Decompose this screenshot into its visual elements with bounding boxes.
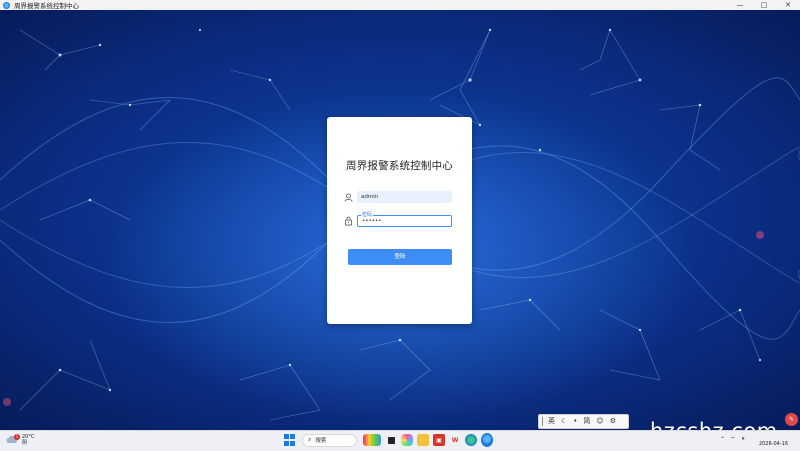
lock-icon	[343, 215, 353, 227]
taskbar-apps: ⌕ 搜索 ▣ W	[284, 433, 495, 447]
chevron-up-icon[interactable]: ⌃	[720, 436, 725, 443]
copilot-icon[interactable]	[401, 434, 413, 446]
login-card: 周界报警系统控制中心 密码 登陆	[327, 117, 472, 324]
taskbar-date: 2026-04-16	[758, 441, 788, 447]
login-title: 周界报警系统控制中心	[346, 160, 453, 172]
ime-toolbar: 英 ☾ • 简 ☺ ⚙	[538, 414, 629, 429]
login-button[interactable]: 登陆	[348, 249, 452, 265]
maximize-button[interactable]: □	[752, 0, 776, 10]
window-title: 周界报警系统控制中心	[14, 2, 79, 10]
ime-simplified-toggle[interactable]: 简	[580, 415, 593, 428]
search-icon: ⌕	[308, 436, 312, 443]
close-button[interactable]: ✕	[776, 0, 800, 10]
moon-icon[interactable]: ☾	[558, 415, 570, 428]
volume-icon[interactable]: 🕨	[741, 435, 745, 443]
search-label: 搜索	[315, 438, 327, 444]
network-icon[interactable]: ⌔	[730, 435, 736, 443]
app-icon	[3, 1, 10, 9]
taskbar-search[interactable]: ⌕ 搜索	[302, 433, 357, 447]
password-row: 密码	[343, 211, 455, 227]
taskbar-clock[interactable]: 2026-04-16	[759, 434, 788, 448]
cloud-icon: 1	[6, 434, 20, 444]
system-tray: ⌃ ⌔ 🕨	[720, 435, 749, 443]
office-icon[interactable]: ▣	[433, 434, 445, 446]
weather-badge: 1	[14, 434, 20, 440]
file-explorer-icon[interactable]	[417, 434, 429, 446]
punctuation-icon[interactable]: •	[570, 415, 580, 428]
app-taskbar-icon[interactable]	[481, 433, 493, 447]
minimize-button[interactable]: —	[728, 0, 752, 10]
emoji-icon[interactable]: ☺	[593, 415, 606, 428]
edge-icon[interactable]	[465, 434, 477, 446]
weather-widget[interactable]: 1 20°C 阴	[6, 434, 34, 446]
username-row	[343, 191, 455, 203]
weather-description: 阴	[22, 440, 28, 446]
ime-language-toggle[interactable]: 英	[545, 415, 558, 428]
notification-icon[interactable]: ✎	[785, 413, 798, 426]
wps-icon[interactable]: W	[449, 434, 461, 446]
windows-start-icon[interactable]	[284, 434, 296, 446]
widgets-icon[interactable]	[363, 434, 381, 446]
username-input[interactable]	[357, 191, 452, 203]
ime-drag-handle[interactable]	[542, 417, 543, 426]
window-controls: — □ ✕	[728, 0, 800, 10]
task-view-icon[interactable]	[385, 434, 397, 446]
taskbar: 1 20°C 阴 ⌕ 搜索 ▣ W ⌃ ⌔ 🕨 2026-04-16	[0, 430, 800, 451]
settings-icon[interactable]: ⚙	[607, 415, 619, 428]
password-label: 密码	[361, 211, 374, 218]
user-icon	[343, 191, 353, 203]
